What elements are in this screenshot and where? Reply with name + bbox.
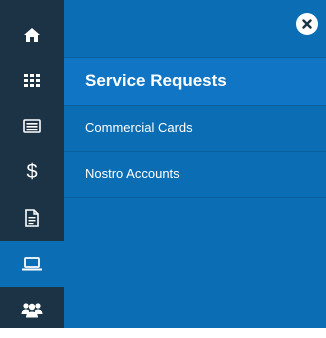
rail-item-home[interactable] (0, 12, 64, 58)
list-card-icon (23, 119, 41, 133)
icon-rail: $ (0, 0, 64, 328)
panel-title-bar: Service Requests (64, 57, 326, 106)
laptop-icon (22, 257, 42, 271)
menu-item-nostro-accounts[interactable]: Nostro Accounts (64, 152, 326, 198)
page-title: Service Requests (85, 71, 227, 90)
dollar-icon: $ (26, 160, 38, 183)
menu-item-commercial-cards[interactable]: Commercial Cards (64, 106, 326, 152)
grid-icon (24, 74, 40, 87)
document-icon (25, 209, 39, 227)
close-icon (302, 19, 312, 29)
home-icon (24, 28, 40, 42)
menu-item-label: Commercial Cards (85, 120, 193, 135)
rail-item-apps[interactable] (0, 58, 64, 104)
rail-item-service-requests[interactable] (0, 241, 64, 287)
service-requests-panel: Service Requests Commercial Cards Nostro… (64, 0, 326, 328)
rail-item-reports[interactable] (0, 195, 64, 241)
panel-header (64, 0, 326, 57)
menu-item-label: Nostro Accounts (85, 166, 180, 181)
close-button[interactable] (296, 13, 318, 35)
rail-item-users[interactable] (0, 287, 64, 333)
users-icon (21, 303, 43, 318)
navigation-drawer: $ Service Requests Commercial Cards Nost… (0, 0, 326, 338)
rail-item-statements[interactable] (0, 103, 64, 149)
rail-item-payments[interactable]: $ (0, 149, 64, 195)
